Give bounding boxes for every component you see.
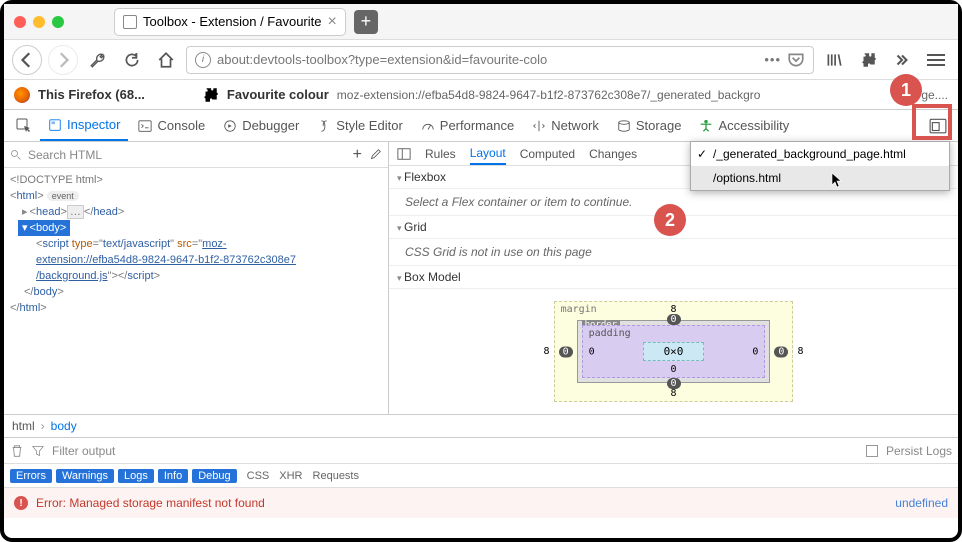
tree-body-close: </body> — [10, 284, 382, 300]
cursor-icon — [830, 172, 844, 188]
tab-inspector[interactable]: Inspector — [40, 110, 128, 141]
overflow-icon[interactable] — [888, 46, 916, 74]
tab-style-editor[interactable]: Style Editor — [309, 110, 410, 141]
tab-accessibility[interactable]: Accessibility — [691, 110, 797, 141]
tree-html[interactable]: <html> event — [10, 188, 382, 204]
sidetab-computed[interactable]: Computed — [520, 147, 575, 161]
inspector-main: Search HTML + <!DOCTYPE html> <html> eve… — [4, 142, 958, 414]
window-controls — [14, 16, 64, 28]
eyedropper-icon[interactable] — [368, 148, 382, 162]
persist-logs-checkbox[interactable] — [866, 445, 878, 457]
extension-name: Favourite colour — [227, 87, 329, 102]
forward-button[interactable] — [48, 45, 78, 75]
tree-html-close: </html> — [10, 300, 382, 316]
console-toolbar: Filter output Persist Logs — [4, 438, 958, 464]
url-toolbar: i about:devtools-toolbox?type=extension&… — [4, 40, 958, 80]
crumb-body[interactable]: body — [51, 419, 77, 433]
page-actions-icon[interactable]: ••• — [764, 52, 781, 67]
markup-panel: Search HTML + <!DOCTYPE html> <html> eve… — [4, 142, 389, 414]
grid-message: CSS Grid is not in use on this page — [389, 239, 958, 266]
extension-icon — [201, 86, 219, 104]
filter-logs[interactable]: Logs — [118, 469, 154, 483]
tree-script[interactable]: <script type="text/javascript" src="moz- — [10, 236, 382, 252]
this-firefox-label: This Firefox (68... — [38, 87, 145, 102]
filter-requests[interactable]: Requests — [313, 470, 359, 482]
trash-icon[interactable] — [10, 444, 24, 458]
url-input[interactable]: i about:devtools-toolbox?type=extension&… — [186, 46, 814, 74]
search-icon — [10, 149, 22, 161]
home-button[interactable] — [152, 46, 180, 74]
panel-toggle-icon[interactable] — [397, 147, 411, 161]
filter-info[interactable]: Info — [158, 469, 188, 483]
tab-debugger[interactable]: Debugger — [215, 110, 307, 141]
dropdown-item-bg-page[interactable]: /_generated_background_page.html — [691, 142, 949, 166]
sidetab-layout[interactable]: Layout — [470, 142, 506, 165]
debug-target-bar: This Firefox (68... Favourite colour moz… — [4, 80, 958, 110]
tab-network[interactable]: Network — [524, 110, 607, 141]
tab-console[interactable]: Console — [130, 110, 213, 141]
reload-button[interactable] — [118, 46, 146, 74]
filter-css[interactable]: CSS — [247, 470, 270, 482]
extension-url: moz-extension://efba54d8-9824-9647-b1f2-… — [337, 88, 761, 102]
filter-icon[interactable] — [32, 445, 44, 457]
filter-output-input[interactable]: Filter output — [52, 444, 115, 458]
tab-storage[interactable]: Storage — [609, 110, 690, 141]
breadcrumb: html › body — [4, 414, 958, 438]
tree-head[interactable]: ▸<head>…</head> — [10, 204, 382, 220]
dropdown-item-options[interactable]: /options.html — [691, 166, 949, 190]
chevron-right-icon: › — [41, 419, 45, 433]
error-message: Error: Managed storage manifest not foun… — [36, 496, 265, 510]
sidetab-changes[interactable]: Changes — [589, 147, 637, 161]
minimize-icon[interactable] — [33, 16, 45, 28]
add-node-icon[interactable]: + — [353, 146, 362, 164]
new-tab-button[interactable]: + — [354, 10, 378, 34]
filter-warnings[interactable]: Warnings — [56, 469, 114, 483]
persist-logs-label: Persist Logs — [886, 444, 952, 458]
tab-performance[interactable]: Performance — [413, 110, 522, 141]
filter-errors[interactable]: Errors — [10, 469, 52, 483]
close-icon[interactable] — [14, 16, 26, 28]
box-model-diagram: 8 margin 8 0 0 8 border 0 0 padding 0 0 — [389, 289, 958, 414]
extensions-icon[interactable] — [854, 46, 882, 74]
content-dims: 0×0 — [643, 342, 705, 361]
pocket-icon[interactable] — [787, 51, 805, 69]
crumb-html[interactable]: html — [12, 419, 35, 433]
devtools-tabs: Inspector Console Debugger Style Editor … — [4, 110, 958, 142]
maximize-icon[interactable] — [52, 16, 64, 28]
browser-tab[interactable]: Toolbox - Extension / Favourite × — [114, 8, 346, 36]
filter-xhr[interactable]: XHR — [279, 470, 302, 482]
url-text: about:devtools-toolbox?type=extension&id… — [217, 52, 547, 67]
info-icon[interactable]: i — [195, 52, 211, 68]
annotation-badge-1: 1 — [890, 74, 922, 106]
menu-button[interactable] — [922, 46, 950, 74]
filter-debug[interactable]: Debug — [192, 469, 236, 483]
firefox-icon — [14, 87, 30, 103]
sidetab-rules[interactable]: Rules — [425, 147, 456, 161]
console-filters: Errors Warnings Logs Info Debug CSS XHR … — [4, 464, 958, 488]
iframe-dropdown: /_generated_background_page.html /option… — [690, 141, 950, 191]
tree-doctype: <!DOCTYPE html> — [10, 172, 382, 188]
window-titlebar: Toolbox - Extension / Favourite × + — [4, 4, 958, 40]
document-icon — [123, 15, 137, 29]
sidebar-panel: Rules Layout Computed Changes /_generate… — [389, 142, 958, 414]
search-html-input[interactable]: Search HTML — [28, 148, 347, 162]
library-icon[interactable] — [820, 46, 848, 74]
devtools-wrench-icon[interactable] — [84, 46, 112, 74]
back-button[interactable] — [12, 45, 42, 75]
close-tab-icon[interactable]: × — [327, 13, 336, 31]
error-source[interactable]: undefined — [895, 496, 948, 510]
tab-title: Toolbox - Extension / Favourite — [143, 14, 321, 29]
error-icon: ! — [14, 496, 28, 510]
iframe-picker-button[interactable] — [924, 112, 952, 140]
extension-url-tail: ge.... — [921, 88, 948, 102]
section-boxmodel[interactable]: Box Model — [389, 266, 958, 289]
pick-element-icon[interactable] — [10, 112, 38, 140]
annotation-badge-2: 2 — [654, 204, 686, 236]
console-error-row[interactable]: ! Error: Managed storage manifest not fo… — [4, 488, 958, 518]
search-html-row: Search HTML + — [4, 142, 388, 168]
tree-body-selected[interactable]: ▾<body> — [10, 220, 382, 236]
html-tree[interactable]: <!DOCTYPE html> <html> event ▸<head>…</h… — [4, 168, 388, 320]
